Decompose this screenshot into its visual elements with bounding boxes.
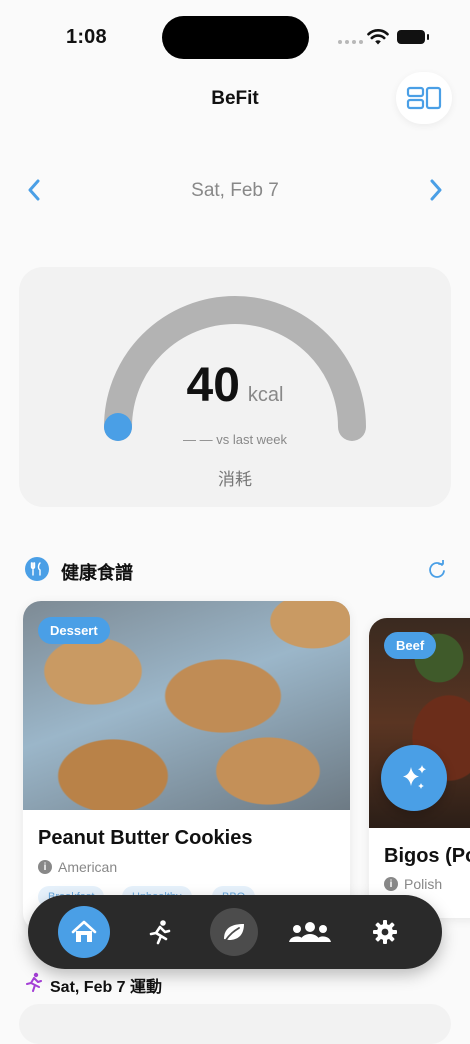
running-icon xyxy=(149,920,171,945)
info-icon: i xyxy=(384,877,398,891)
leaf-icon xyxy=(224,924,244,942)
tab-community[interactable] xyxy=(284,906,336,958)
recipe-cuisine: i American xyxy=(38,859,117,875)
comparison-text: — — vs last week xyxy=(182,432,288,447)
ai-suggest-button[interactable] xyxy=(381,745,447,811)
status-time: 1:08 xyxy=(66,26,107,48)
cuisine-label: American xyxy=(58,859,118,875)
home-icon xyxy=(71,920,97,942)
calorie-readout: 40 kcal xyxy=(0,358,470,413)
refresh-icon[interactable] xyxy=(427,560,447,580)
recipe-category-tag: Beef xyxy=(384,632,437,659)
recipes-section-title: 健康食譜 xyxy=(61,563,133,583)
chevron-right-icon xyxy=(430,179,442,201)
gear-icon xyxy=(373,920,397,944)
recipe-card[interactable]: Dessert Peanut Butter Cookies i American… xyxy=(23,601,350,931)
tab-home[interactable] xyxy=(58,906,110,958)
calorie-value: 40 xyxy=(186,359,240,412)
tab-nutrition[interactable] xyxy=(210,908,258,956)
running-icon xyxy=(26,972,42,992)
recipe-name: Peanut Butter Cookies xyxy=(38,827,253,849)
recipe-category-tag: Dessert xyxy=(38,617,110,644)
tab-exercise[interactable] xyxy=(134,906,186,958)
current-date: Sat, Feb 7 xyxy=(191,180,279,201)
next-day-button[interactable] xyxy=(422,176,450,204)
exercise-section-title: Sat, Feb 7 運動 xyxy=(50,979,163,996)
wifi-icon xyxy=(367,29,389,45)
dynamic-island xyxy=(162,16,309,59)
layout-toggle-button[interactable] xyxy=(396,72,452,124)
people-icon xyxy=(289,922,331,942)
cuisine-label: Polish xyxy=(404,876,443,892)
layout-icon xyxy=(406,86,442,110)
sparkles-icon xyxy=(403,765,426,789)
tab-bar xyxy=(28,895,442,969)
recipe-cuisine: i Polish xyxy=(384,876,442,892)
cellular-signal-icon xyxy=(338,40,363,44)
recipe-name: Bigos (Po xyxy=(384,845,470,867)
burned-label: 消耗 xyxy=(218,470,252,489)
tab-settings[interactable] xyxy=(359,906,411,958)
exercise-card xyxy=(19,1004,451,1044)
battery-icon xyxy=(397,30,429,44)
calorie-unit: kcal xyxy=(247,384,284,406)
utensils-icon xyxy=(25,557,49,581)
info-icon: i xyxy=(38,860,52,874)
